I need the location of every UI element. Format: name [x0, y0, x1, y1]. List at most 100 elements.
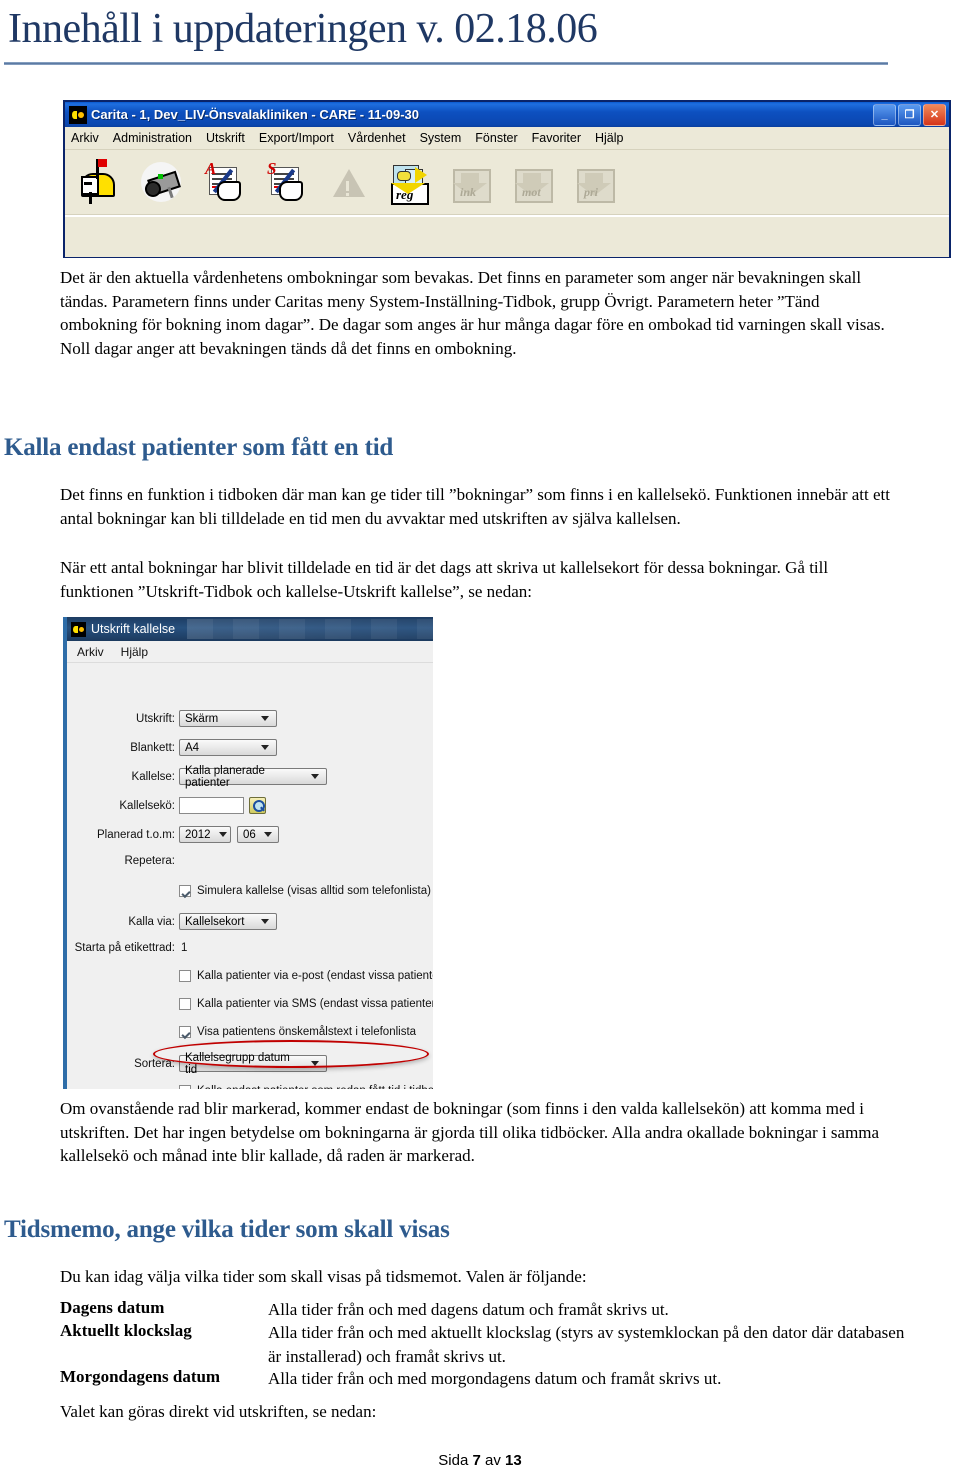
term-morgondagens-datum: Morgondagens datum: [60, 1367, 221, 1386]
paragraph-tidsmemo-intro: Du kan idag välja vilka tider som skall …: [60, 1267, 587, 1286]
carita-menubar: Arkiv Administration Utskrift Export/Imp…: [65, 127, 949, 150]
utskrift-window-title: Utskrift kallelse: [91, 622, 176, 636]
checkbox-kalla-sms-label: Kalla patienter via SMS (endast vissa pa…: [197, 998, 433, 1010]
carita-toolbar: A S reg ink mot pri: [65, 150, 949, 215]
footer-prefix: Sida: [438, 1452, 473, 1469]
window-controls: _ ❐ ✕: [873, 104, 946, 126]
title-divider: [4, 62, 888, 65]
label-kalla-via: Kalla via:: [128, 915, 175, 928]
icon-letter-a: A: [205, 159, 217, 178]
select-kalla-via[interactable]: Kallelsekort: [179, 913, 277, 930]
menu-arkiv[interactable]: Arkiv: [71, 131, 99, 145]
heading-tidsmemo: Tidsmemo, ange vilka tider som skall vis…: [4, 1216, 450, 1243]
label-kallelseko: Kallelsekö:: [119, 799, 175, 812]
select-kallelse[interactable]: Kalla planerade patienter: [179, 765, 327, 789]
envelope-reg-icon[interactable]: reg: [389, 159, 433, 205]
kallelseko-input[interactable]: [179, 797, 244, 814]
select-utskrift-value: Skärm: [185, 712, 219, 725]
menu-arkiv[interactable]: Arkiv: [77, 645, 104, 659]
checkbox-kalla-sms[interactable]: [179, 998, 191, 1010]
label-repetera: Repetera:: [124, 855, 175, 867]
menu-utskrift[interactable]: Utskrift: [206, 131, 245, 145]
term-aktuellt-klockslag: Aktuellt klockslag: [60, 1321, 192, 1340]
select-planerad-year[interactable]: 2012: [179, 826, 231, 843]
heading-kalla-endast-patienter: Kalla endast patienter som fått en tid: [4, 434, 394, 461]
checkbox-kalla-epost[interactable]: [179, 970, 191, 982]
paragraph-kalla-2: När ett antal bokningar har blivit tilld…: [60, 558, 829, 601]
envelope-ink-icon: ink: [451, 159, 495, 205]
page-title: Innehåll i uppdateringen v. 02.18.06: [8, 6, 598, 52]
paragraph-kalla-1: Det finns en funktion i tidboken där man…: [60, 485, 890, 528]
chevron-down-icon: [261, 745, 269, 750]
utskrift-menubar: Arkiv Hjälp: [67, 641, 433, 663]
mailbox-icon[interactable]: [79, 159, 123, 205]
icon-label-reg: reg: [396, 187, 414, 202]
chevron-down-icon: [261, 919, 269, 924]
select-kalla-via-value: Kallelsekort: [185, 915, 245, 928]
checkbox-kalla-epost-label: Kalla patienter via e-post (endast vissa…: [197, 970, 433, 982]
menu-hjalp[interactable]: Hjälp: [595, 131, 624, 145]
select-utskrift[interactable]: Skärm: [179, 710, 277, 727]
icon-label-pri: pri: [584, 185, 599, 199]
chevron-down-icon: [261, 716, 269, 721]
envelope-mot-icon: mot: [513, 159, 557, 205]
utskrift-titlebar: Utskrift kallelse: [67, 617, 433, 641]
paragraph-tidsmemo-closing: Valet kan göras direkt vid utskriften, s…: [60, 1402, 377, 1421]
label-kallelse: Kallelse:: [131, 770, 175, 783]
checkbox-simulera-kallelse[interactable]: [179, 885, 191, 897]
document-sign-a-icon[interactable]: A: [203, 159, 247, 205]
carita-logo-icon: [69, 105, 87, 124]
definition-morgondagens-datum: Alla tider från och med morgondagens dat…: [268, 1369, 722, 1388]
utskrift-form: Utskrift: Skärm Blankett: A4 Kallelse: K…: [67, 663, 433, 1089]
close-button[interactable]: ✕: [923, 104, 946, 126]
select-planerad-year-value: 2012: [185, 828, 211, 841]
titlebar-glass-effect: [187, 619, 433, 639]
menu-administration[interactable]: Administration: [113, 131, 192, 145]
carita-main-window: Carita - 1, Dev_LIV-Önsvalakliniken - CA…: [63, 100, 951, 258]
carita-window-title: Carita - 1, Dev_LIV-Önsvalakliniken - CA…: [91, 107, 420, 122]
icon-label-mot: mot: [522, 185, 541, 199]
search-icon[interactable]: [249, 797, 266, 814]
definition-dagens-datum: Alla tider från och med dagens datum och…: [268, 1300, 669, 1319]
chevron-down-icon: [263, 832, 272, 837]
select-planerad-month-value: 06: [243, 828, 256, 841]
checkbox-visa-onskemalstext[interactable]: [179, 1026, 191, 1038]
document-page: Innehåll i uppdateringen v. 02.18.06 Car…: [0, 0, 960, 1481]
term-dagens-datum: Dagens datum: [60, 1298, 165, 1317]
select-planerad-month[interactable]: 06: [237, 826, 279, 843]
select-blankett[interactable]: A4: [179, 739, 277, 756]
document-sign-s-icon[interactable]: S: [265, 159, 309, 205]
footer-current-page: 7: [472, 1452, 481, 1469]
minimize-button[interactable]: _: [873, 104, 896, 126]
checkbox-kalla-endast-patienter-redan-tid-label: Kalla endast patienter som redan fått ti…: [197, 1085, 433, 1089]
menu-fonster[interactable]: Fönster: [475, 131, 517, 145]
footer-mid: av: [480, 1452, 506, 1469]
surveillance-camera-icon[interactable]: [141, 159, 185, 205]
icon-label-ink: ink: [460, 185, 477, 199]
paragraph-ombokning: Det är den aktuella vårdenhetens ombokni…: [60, 268, 885, 358]
warning-triangle-icon: [327, 159, 371, 205]
label-planerad-tom: Planerad t.o.m:: [97, 828, 175, 841]
select-blankett-value: A4: [185, 741, 200, 754]
carita-titlebar: Carita - 1, Dev_LIV-Önsvalakliniken - CA…: [65, 102, 949, 127]
label-utskrift: Utskrift:: [136, 712, 175, 725]
footer-total-pages: 13: [505, 1452, 522, 1469]
carita-logo-icon: [71, 621, 86, 637]
page-footer: Sida 7 av 13: [0, 1452, 960, 1469]
value-starta-etikettrad: 1: [181, 942, 188, 954]
label-sortera: Sortera:: [134, 1057, 175, 1070]
envelope-pri-icon: pri: [575, 159, 619, 205]
menu-hjalp[interactable]: Hjälp: [121, 645, 148, 659]
menu-favoriter[interactable]: Favoriter: [532, 131, 581, 145]
menu-export-import[interactable]: Export/Import: [259, 131, 334, 145]
icon-letter-s: S: [267, 159, 277, 178]
checkbox-kalla-endast-patienter-redan-tid[interactable]: [179, 1085, 191, 1089]
maximize-button[interactable]: ❐: [898, 104, 921, 126]
checkbox-simulera-kallelse-label: Simulera kallelse (visas alltid som tele…: [197, 885, 431, 897]
label-blankett: Blankett:: [130, 741, 175, 754]
menu-vardenhet[interactable]: Vårdenhet: [348, 131, 406, 145]
label-starta-etikettrad: Starta på etikettrad:: [74, 942, 175, 954]
menu-system[interactable]: System: [420, 131, 462, 145]
chevron-down-icon: [311, 774, 319, 779]
checkbox-visa-onskemalstext-label: Visa patientens önskemålstext i telefonl…: [197, 1026, 417, 1038]
